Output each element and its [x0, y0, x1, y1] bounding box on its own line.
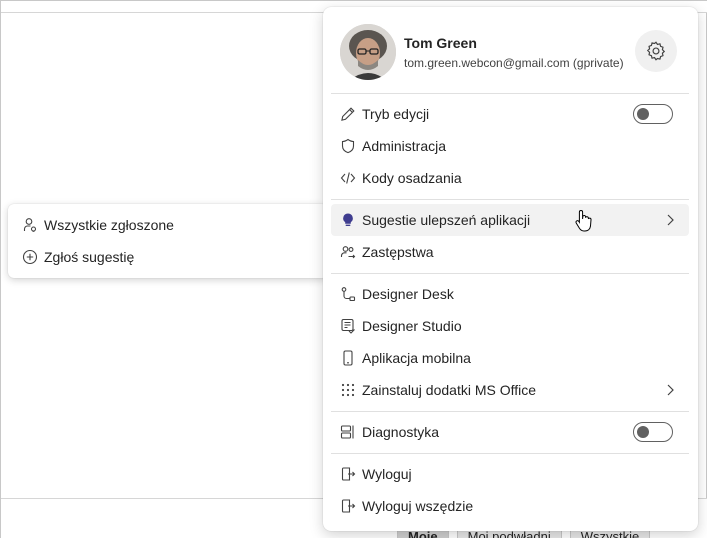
avatar: [340, 24, 396, 80]
menu-item-label: Zainstaluj dodatki MS Office: [362, 382, 537, 398]
document-icon: [340, 318, 356, 334]
user-menu: Tom Green tom.green.webcon@gmail.com (gp…: [323, 7, 698, 531]
toggle-knob: [637, 108, 649, 120]
menu-item-label: Wyloguj wszędzie: [362, 498, 474, 514]
menu-item-label: Administracja: [362, 138, 447, 154]
hand-cursor-icon: [575, 209, 592, 232]
menu-item-label: Zastępstwa: [362, 244, 434, 260]
menu-item-label: Diagnostyka: [362, 424, 440, 440]
chevron-right-icon: [667, 214, 674, 226]
menu-item-embed-codes[interactable]: Kody osadzania: [331, 162, 689, 194]
edit-mode-toggle[interactable]: [633, 104, 673, 124]
menu-item-label: Designer Studio: [362, 318, 462, 334]
divider: [331, 93, 689, 94]
divider: [331, 273, 689, 274]
phone-icon: [340, 350, 356, 366]
chevron-right-icon: [667, 384, 674, 396]
grid-dots-icon: [340, 382, 356, 398]
menu-item-sign-out[interactable]: Wyloguj: [331, 458, 689, 490]
menu-item-label: Wyloguj: [362, 466, 412, 482]
sign-out-icon: [340, 466, 356, 482]
diagnostics-toggle[interactable]: [633, 422, 673, 442]
people-swap-icon: [340, 244, 356, 260]
flow-icon: [340, 286, 356, 302]
divider: [331, 411, 689, 412]
user-name: Tom Green: [404, 35, 477, 51]
menu-item-substitutions[interactable]: Zastępstwa: [331, 236, 689, 268]
submenu-item-label: Zgłoś sugestię: [44, 249, 135, 265]
menu-item-designer-studio[interactable]: Designer Studio: [331, 310, 689, 342]
toggle-knob: [637, 426, 649, 438]
menu-item-designer-desk[interactable]: Designer Desk: [331, 278, 689, 310]
lightbulb-icon: [340, 212, 356, 228]
settings-button[interactable]: [635, 30, 677, 72]
diagnostics-icon: [340, 424, 356, 440]
submenu-item-report-suggestion[interactable]: Zgłoś sugestię: [22, 243, 134, 271]
menu-item-install-office-addins[interactable]: Zainstaluj dodatki MS Office: [331, 374, 689, 406]
menu-item-sign-out-everywhere[interactable]: Wyloguj wszędzie: [331, 490, 689, 522]
pencil-icon: [340, 106, 356, 122]
menu-item-label: Aplikacja mobilna: [362, 350, 471, 366]
submenu-item-all-reported[interactable]: Wszystkie zgłoszone: [22, 211, 174, 239]
menu-item-label: Tryb edycji: [362, 106, 430, 122]
user-email: tom.green.webcon@gmail.com (gprivate): [404, 56, 624, 70]
menu-item-administration[interactable]: Administracja: [331, 130, 689, 162]
divider: [331, 199, 689, 200]
menu-item-mobile-app[interactable]: Aplikacja mobilna: [331, 342, 689, 374]
gear-icon: [646, 41, 666, 61]
shield-icon: [340, 138, 356, 154]
sign-out-all-icon: [340, 498, 356, 514]
person-list-icon: [22, 217, 38, 233]
menu-item-edit-mode[interactable]: Tryb edycji: [331, 98, 689, 130]
menu-item-label: Sugestie ulepszeń aplikacji: [362, 212, 531, 228]
suggestions-submenu: Wszystkie zgłoszone Zgłoś sugestię: [8, 204, 328, 278]
add-circle-icon: [22, 249, 38, 265]
menu-item-app-suggestions[interactable]: Sugestie ulepszeń aplikacji: [331, 204, 689, 236]
menu-item-diagnostics[interactable]: Diagnostyka: [331, 416, 689, 448]
divider: [331, 453, 689, 454]
menu-item-label: Designer Desk: [362, 286, 454, 302]
code-icon: [340, 170, 356, 186]
menu-item-label: Kody osadzania: [362, 170, 462, 186]
profile-header: Tom Green tom.green.webcon@gmail.com (gp…: [323, 7, 698, 93]
submenu-item-label: Wszystkie zgłoszone: [44, 217, 174, 233]
